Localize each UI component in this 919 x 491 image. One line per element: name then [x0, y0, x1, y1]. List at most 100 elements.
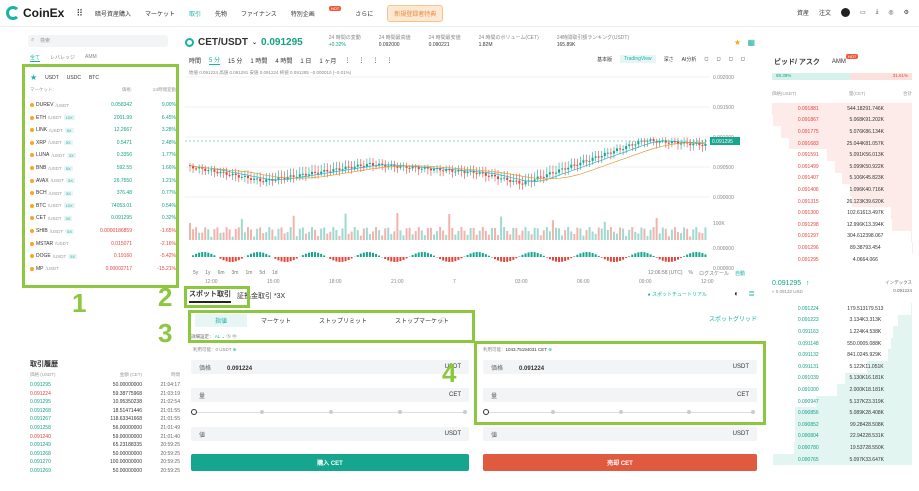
market-search-input[interactable]: 検索 [28, 35, 168, 47]
range-4[interactable]: 1m [245, 270, 252, 276]
chart-interval-5[interactable]: 1 日 [300, 56, 311, 65]
promo-button[interactable]: 新規登録者特典 [387, 4, 444, 22]
range-6[interactable]: 1d [272, 270, 278, 276]
price-chart[interactable]: 0.0920000.0915000.0910000.0905000.090000… [185, 65, 745, 285]
chart-view-2[interactable]: 深さ [664, 56, 674, 63]
add-funds-icon[interactable]: ⊕ [233, 347, 237, 352]
orders-menu[interactable]: 注文 [819, 8, 831, 17]
order-book-row[interactable]: 0.091223 3.134K 3.313K [772, 314, 912, 327]
order-book-row[interactable]: 0.090765 5.097K 33.647K [772, 453, 912, 466]
order-book-title[interactable]: ビッド/ アスク [774, 57, 820, 67]
order-book-row[interactable]: 0.091224 179.513 179.513 [772, 303, 912, 315]
range-0[interactable]: 5y [193, 270, 198, 276]
chevron-down-icon[interactable]: ⌄ [252, 39, 257, 46]
order-book-row[interactable]: 0.091148 550.000 5.088K [772, 337, 912, 350]
chart-interval-4[interactable]: 4 時間 [275, 56, 292, 65]
indicator-icon[interactable]: ⋮ [344, 57, 350, 64]
order-book-row[interactable]: 0.091297 304.612 398.067 [772, 230, 912, 243]
order-book-row[interactable]: 0.091296 89.387 93.454 [772, 242, 912, 254]
nav-item-6[interactable]: さらに [355, 9, 373, 18]
theme-icon[interactable]: ◐ [734, 289, 739, 298]
nav-item-2[interactable]: 取引 [189, 9, 201, 18]
chart-view-0[interactable]: 基本版 [597, 56, 612, 63]
chart-interval-0[interactable]: 時間 [189, 56, 201, 65]
message-icon[interactable]: ▭ [860, 9, 866, 16]
candle [210, 169, 213, 171]
assets-menu[interactable]: 資産 [797, 8, 809, 17]
amm-tab[interactable]: AMMHOT [832, 54, 859, 65]
download-icon[interactable]: ⤓ [876, 9, 879, 16]
order-book-row[interactable]: 0.091406 1.096K 40.716K [772, 184, 912, 196]
range-5[interactable]: 5d [259, 270, 265, 276]
order-book-row[interactable]: 0.090947 5.137K 23.319K [772, 395, 912, 408]
nav-item-0[interactable]: 暗号資産購入 [95, 9, 131, 18]
nav-item-5[interactable]: 特別企画 [291, 9, 315, 18]
spot-tutorial-link[interactable]: ● スポットチュートリアル [648, 291, 707, 298]
sell-button[interactable]: 売却 CET [483, 454, 757, 471]
order-book-row[interactable]: 0.091000 2.000K 18.181K [772, 384, 912, 396]
order-book-row[interactable]: 0.090856 5.089K 28.408K [772, 407, 912, 419]
order-book-row[interactable]: 0.091039 5.130K 16.181K [772, 372, 912, 385]
chart-interval-3[interactable]: 1 時間 [250, 56, 267, 65]
settings-icon[interactable]: ◻ [729, 56, 733, 62]
order-book-row[interactable]: 0.091298 12.996K 13.394K [772, 219, 912, 231]
range-3[interactable]: 3m [232, 270, 239, 276]
sell-total-field[interactable]: 値 USDT [483, 427, 757, 441]
add-icon[interactable]: ⋮ [372, 57, 378, 64]
settings-icon[interactable]: ⚙ [904, 9, 909, 16]
order-book-row[interactable]: 0.091881 544.182 91.746K [772, 103, 912, 115]
nav-item-3[interactable]: 先物 [215, 9, 227, 18]
fullscreen-icon[interactable]: ◻ [717, 56, 721, 62]
book-icon[interactable]: ▦ [747, 38, 755, 47]
buy-percent-slider[interactable] [191, 408, 469, 416]
order-book-row[interactable]: 0.091131 5.122K 11.051K [772, 361, 912, 373]
order-book-row[interactable]: 0.091300 102.616 13.497K [772, 207, 912, 219]
undo-icon[interactable]: ◻ [704, 56, 708, 62]
order-book-row[interactable]: 0.091591 5.091K 56.013K [772, 149, 912, 161]
tab-all[interactable]: 全て [30, 54, 41, 62]
order-book-row[interactable]: 0.091163 1.224K 4.538K [772, 326, 912, 338]
chart-interval-6[interactable]: 1 ヶ月 [319, 56, 336, 65]
avatar[interactable] [841, 8, 851, 17]
chart-interval-1[interactable]: 5 分 [209, 55, 221, 65]
buy-button[interactable]: 購入 CET [191, 454, 469, 471]
order-book-row[interactable]: 0.091775 5.076K 86.134K [772, 126, 912, 138]
candle-icon[interactable]: ⋮ [358, 57, 364, 64]
globe-icon[interactable]: ◎ [888, 9, 893, 16]
range-2[interactable]: 6m [218, 270, 225, 276]
chart-view-1[interactable]: TradingView [620, 55, 656, 63]
nav-item-1[interactable]: マーケット [145, 9, 175, 18]
order-book-row[interactable]: 0.091499 5.099K 50.922K [772, 161, 912, 173]
tab-leverage[interactable]: レバレッジ [50, 54, 75, 62]
coinex-logo[interactable]: CoinEx [6, 6, 64, 20]
order-book-row[interactable]: 0.090852 99.284 28.508K [772, 419, 912, 431]
order-book-row[interactable]: 0.091867 5.068K 91.202K [772, 114, 912, 127]
order-book-row[interactable]: 0.091683 25.044K 81.057K [772, 137, 912, 150]
chart-footer-3[interactable]: 自動 [735, 270, 745, 277]
spot-grid-link[interactable]: スポットグリッド [709, 314, 757, 323]
apps-grid-icon[interactable]: ⠿ [76, 8, 83, 19]
chart-footer-2[interactable]: ログスケール [699, 270, 729, 277]
screenshot-icon[interactable]: ◻ [741, 56, 745, 62]
chart-footer-1[interactable]: % [689, 270, 693, 277]
buy-slider-handle[interactable] [191, 409, 197, 415]
chart-interval-2[interactable]: 15 分 [228, 56, 242, 65]
order-book-row[interactable]: 0.091295 4.066 4.066 [772, 254, 912, 266]
order-book-row[interactable]: 0.091407 5.106K 45.823K [772, 172, 912, 185]
buy-price-field[interactable]: 価格 0.091224 USDT [191, 360, 469, 374]
pair-name[interactable]: CET/USDT [198, 37, 248, 48]
range-1[interactable]: 1y [205, 270, 210, 276]
buy-amount-field[interactable]: 量 CET [191, 388, 469, 402]
buy-total-field[interactable]: 値 USDT [191, 427, 469, 441]
nav-item-4[interactable]: ファイナンス [241, 9, 277, 18]
layout-icon[interactable]: ⋮ [386, 57, 392, 64]
order-book-row[interactable]: 0.091315 26.123K 39.620K [772, 195, 912, 208]
chart-view-3[interactable]: AI分析 [682, 56, 697, 63]
layout-icon[interactable]: ≣ [748, 289, 755, 298]
order-book-row[interactable]: 0.090780 19.537 28.550K [772, 442, 912, 454]
buy-price-input[interactable]: 0.091224 [227, 366, 252, 372]
favorite-icon[interactable]: ★ [734, 38, 741, 47]
order-book-row[interactable]: 0.091132 841.024 5.929K [772, 349, 912, 361]
order-book-row[interactable]: 0.090804 22.942 28.531K [772, 430, 912, 443]
tab-amm[interactable]: AMM [85, 54, 97, 62]
